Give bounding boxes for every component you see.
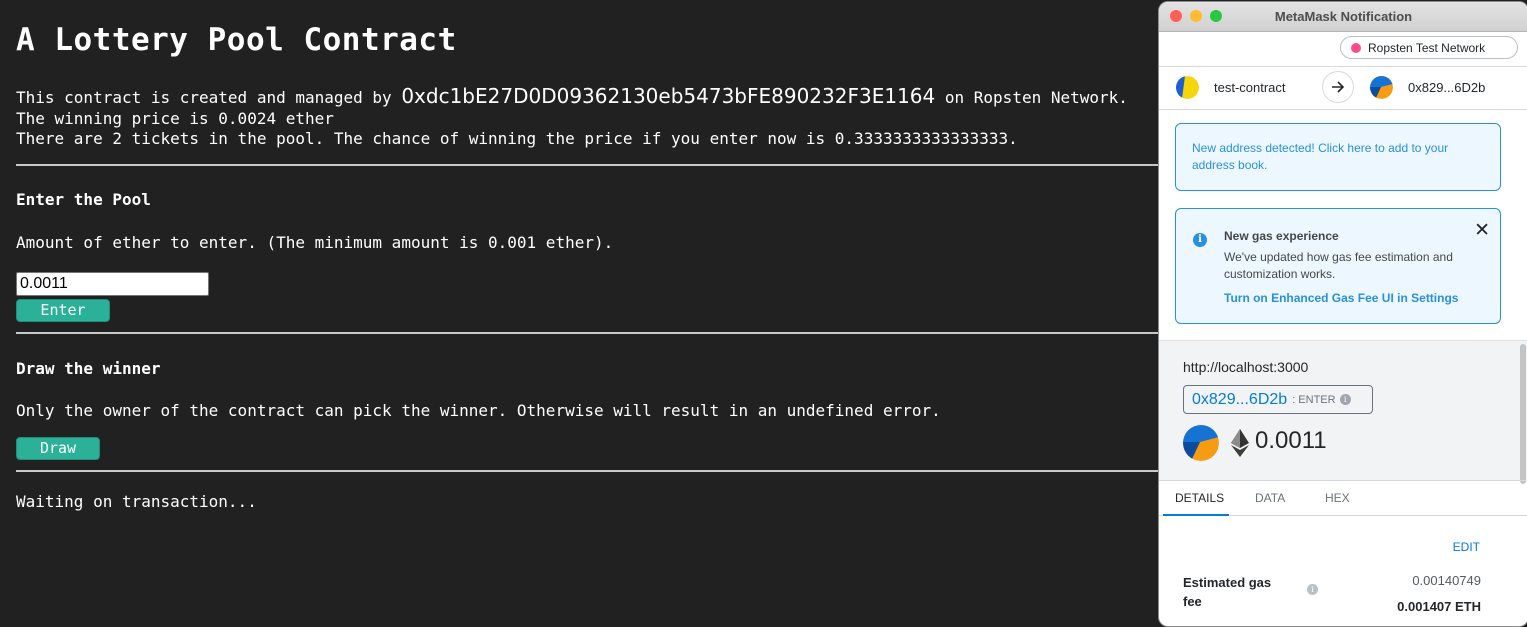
divider [16,164,1176,166]
gas-fee-eth: 0.001407 ETH [1397,599,1481,614]
enter-description: Amount of ether to enter. (The minimum a… [16,233,614,252]
transaction-summary: http://localhost:3000 0x829...6D2b : ENT… [1159,340,1527,481]
intro-line: This contract is created and managed by … [16,84,1128,108]
from-account-avatar [1176,76,1199,99]
edit-gas-link[interactable]: EDIT [1453,540,1480,554]
enter-section-heading: Enter the Pool [16,190,151,209]
tickets-text: There are 2 tickets in the pool. The cha… [16,129,1018,148]
info-icon: i [1193,233,1207,247]
gas-alert-title: New gas experience [1224,229,1339,243]
to-account-avatar [1370,76,1393,99]
new-address-alert[interactable]: New address detected! Click here to add … [1175,123,1501,191]
tab-details[interactable]: DETAILS [1175,491,1224,505]
enter-button[interactable]: Enter [16,299,110,322]
gas-alert-body: We've updated how gas fee estimation and… [1224,250,1453,281]
origin-url: http://localhost:3000 [1183,359,1309,375]
amount-input[interactable] [16,272,209,296]
divider [16,332,1176,334]
metamask-window: MetaMask Notification Ropsten Test Netwo… [1158,1,1527,627]
enhanced-gas-settings-link[interactable]: Turn on Enhanced Gas Fee UI in Settings [1224,291,1458,305]
new-address-alert-text: New address detected! Click here to add … [1192,141,1449,172]
divider [16,470,1176,472]
info-icon[interactable]: i [1307,584,1318,595]
estimated-gas-fee-label: Estimated gas fee [1183,575,1272,609]
tab-data[interactable]: DATA [1255,491,1285,505]
method-address: 0x829...6D2b [1192,390,1288,408]
intro-prefix: This contract is created and managed by [16,88,402,107]
scrollbar[interactable] [1520,344,1526,484]
status-text: Waiting on transaction... [16,492,257,511]
draw-button[interactable]: Draw [16,437,100,460]
window-titlebar: MetaMask Notification [1159,2,1527,32]
window-title: MetaMask Notification [1274,9,1413,24]
winning-price-text: The winning price is 0.0024 ether [16,109,334,128]
ethereum-icon [1231,429,1249,462]
method-name: : ENTER [1292,393,1336,406]
draw-description: Only the owner of the contract can pick … [16,401,941,420]
transaction-value: 0.0011 [1255,427,1327,454]
active-tab-indicator [1163,514,1229,516]
account-row: test-contract 0x829...6D2b [1159,66,1527,110]
page-title: A Lottery Pool Contract [16,22,457,58]
manager-address: 0xdc1bE27D0D09362130eb5473bFE890232F3E11… [401,84,936,108]
draw-section-heading: Draw the winner [16,359,161,378]
close-icon[interactable]: ✕ [1474,219,1490,242]
gas-experience-alert: i New gas experience We've updated how g… [1175,208,1501,324]
network-status-dot [1351,42,1361,53]
network-selector[interactable]: Ropsten Test Network [1340,36,1518,59]
info-icon: i [1339,394,1351,405]
method-badge[interactable]: 0x829...6D2b : ENTER i [1183,385,1373,414]
to-account-address: 0x829...6D2b [1408,80,1486,95]
arrow-right-icon [1322,71,1354,103]
details-tabs: DETAILS DATA HEX [1159,480,1527,516]
from-account-name: test-contract [1214,80,1286,95]
intro-suffix: on Ropsten Network. [935,88,1128,107]
tab-hex[interactable]: HEX [1325,491,1350,505]
network-name: Ropsten Test Network [1368,40,1486,55]
recipient-avatar [1183,425,1219,461]
gas-fee-value: 0.00140749 [1412,573,1481,588]
